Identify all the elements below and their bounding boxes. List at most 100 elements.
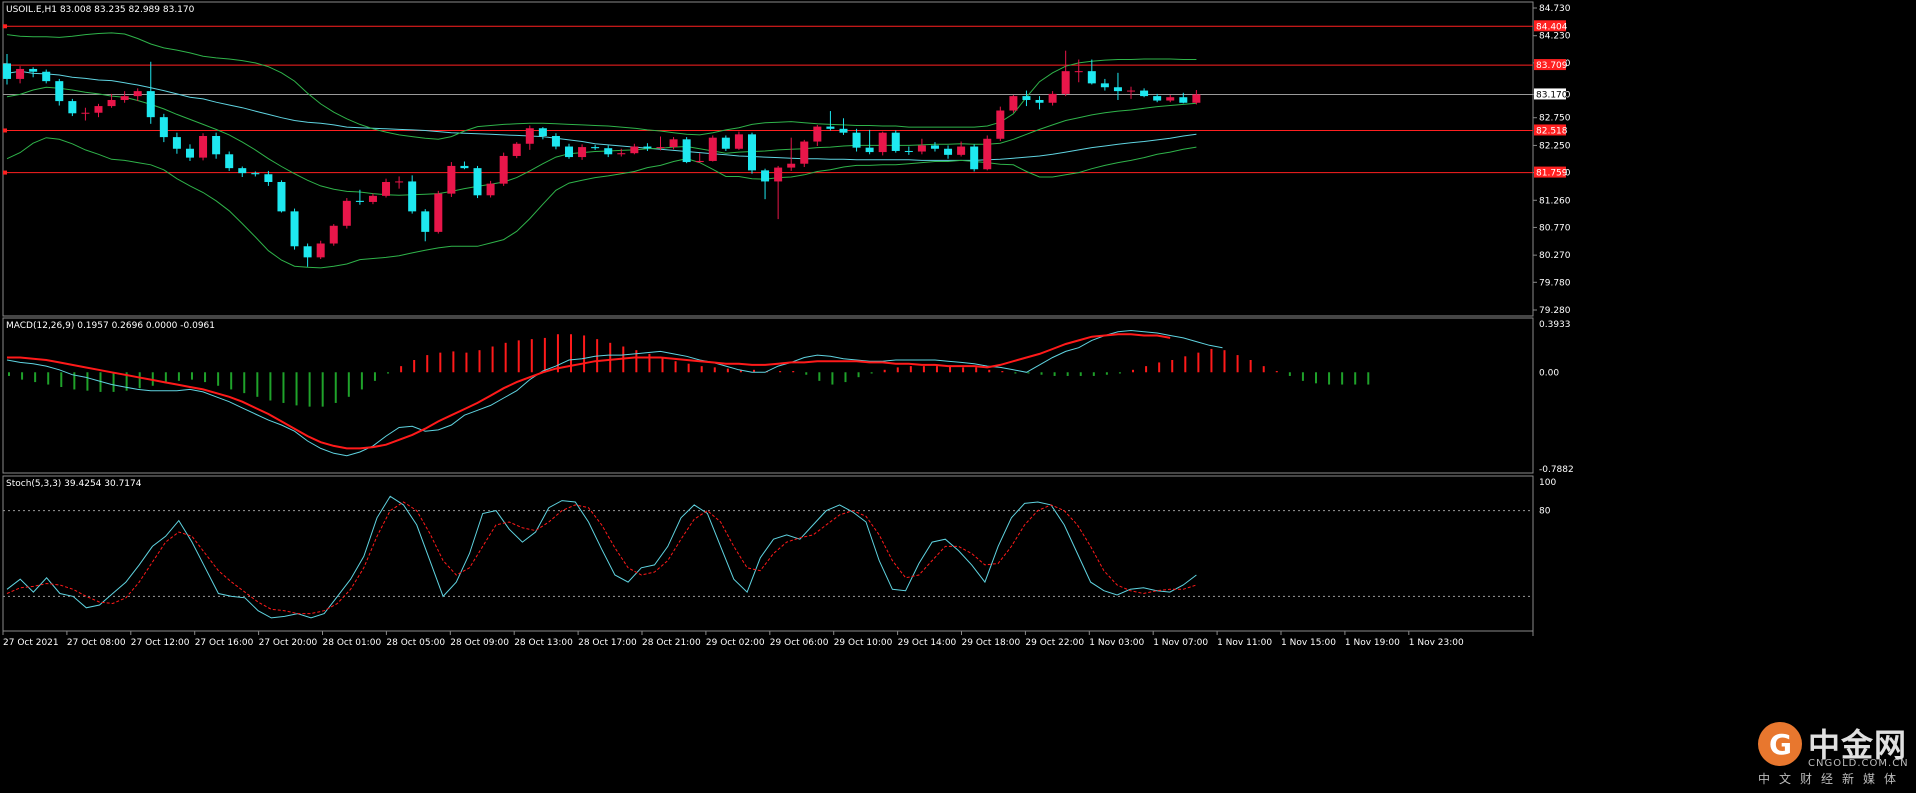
candle-body [1179,97,1188,103]
x-tick-label: 27 Oct 2021 [3,638,59,648]
candle-body [29,68,38,72]
x-tick-label: 1 Nov 23:00 [1409,638,1464,648]
price-tick-label: 84.230 [1539,32,1571,42]
candle-body [81,112,90,114]
watermark-tagline: 中文财经新媒体 [1758,772,1906,786]
current-price-label: 83.170 [1536,90,1568,100]
mt4-chart[interactable]: 84.73084.23083.74083.17082.75082.25081.7… [0,0,1916,793]
candle-body [133,91,142,97]
candle-body [551,136,560,147]
candle-body [212,136,221,155]
candle-body [185,148,194,158]
x-tick-label: 1 Nov 07:00 [1153,638,1208,648]
candle-body [734,134,743,149]
candle-body [94,106,103,113]
candle-body [904,150,913,152]
candle-body [447,165,456,194]
price-tick-label: 82.750 [1539,114,1571,124]
level-label: 83.709 [1536,61,1568,71]
candle-body [617,153,626,155]
candle-body [917,145,926,152]
series-MA-cyan [6,70,1197,161]
candle-body [826,126,835,129]
price-tick-label: 81.260 [1539,196,1571,206]
candle-body [1192,94,1201,103]
x-tick-label: 29 Oct 22:00 [1025,638,1084,648]
stoch-tick-label: 100 [1539,478,1556,488]
candle-body [565,146,574,158]
cngold-watermark: G 中金网 CNGOLD.COM.CN 中文财经新媒体 [1758,720,1908,790]
candle-body [68,101,77,114]
candle-body [290,211,299,247]
candle-body [395,181,404,183]
x-tick-label: 1 Nov 11:00 [1217,638,1272,648]
panel-frame-2 [2,317,1534,474]
candle-body [329,225,338,244]
candle-body [944,148,953,155]
candle-body [1153,96,1162,101]
level-label: 84.404 [1536,22,1568,32]
candle-body [695,160,704,163]
candle-body [1048,93,1057,103]
x-tick-label: 1 Nov 03:00 [1089,638,1144,648]
cngold-logo-icon: G [1758,722,1802,766]
candle-body [421,211,430,232]
candle-body [983,138,992,170]
candle-body [382,181,391,196]
x-tick-label: 29 Oct 02:00 [706,638,765,648]
candle-body [172,137,181,149]
candle-body [1127,90,1136,92]
candle-body [930,145,939,149]
price-tick-label: 84.730 [1539,4,1571,14]
candle-body [355,200,364,202]
x-tick-label: 27 Oct 08:00 [67,638,126,648]
candle-body [3,63,11,79]
candle-body [578,147,587,158]
level-label: 81.759 [1536,169,1568,179]
candle-body [630,146,639,154]
candle-body [525,128,534,144]
candle-body [486,183,495,196]
candle-body [159,117,168,138]
x-tick-label: 27 Oct 16:00 [195,638,254,648]
series-BB-lower [6,137,1197,269]
candle-body [747,134,756,171]
candle-body [800,141,809,164]
candle-body [1074,71,1083,73]
stoch-tick-label: 80 [1539,507,1551,517]
candle-body [839,128,848,133]
candle-body [107,99,116,107]
candle-body [1087,71,1096,84]
candle-body [1166,97,1175,101]
series-BB-mid [6,86,1197,196]
candle-body [787,163,796,168]
level-label: 82.518 [1536,126,1568,136]
series-BB-upper [6,32,1197,140]
panel-frame-3 [2,475,1534,632]
watermark-site: CNGOLD.COM.CN [1808,758,1909,769]
candle-body [1100,83,1109,88]
candle-body [277,181,286,212]
candle-body [512,143,521,156]
candle-body [342,200,351,226]
candle-body [1009,96,1018,111]
candle-body [996,110,1005,139]
x-tick-label: 28 Oct 01:00 [323,638,382,648]
candle-body [865,147,874,153]
candle-body [368,195,377,202]
candle-body [434,193,443,232]
candle-body [669,139,678,148]
candle-body [1022,96,1031,100]
candle-body [251,173,260,175]
macd-signal-line [7,333,1171,450]
candle-body [970,146,979,170]
candle-body [721,137,730,149]
candle-body [473,168,482,196]
price-chart-title: USOIL.E,H1 83.008 83.235 82.989 83.170 [6,5,195,15]
x-tick-label: 29 Oct 06:00 [770,638,829,648]
stoch-title: Stoch(5,3,3) 39.4254 30.7174 [6,479,142,489]
candle-body [225,154,234,169]
candle-body [55,81,64,102]
level-marker [3,128,7,133]
candle-body [878,132,887,153]
